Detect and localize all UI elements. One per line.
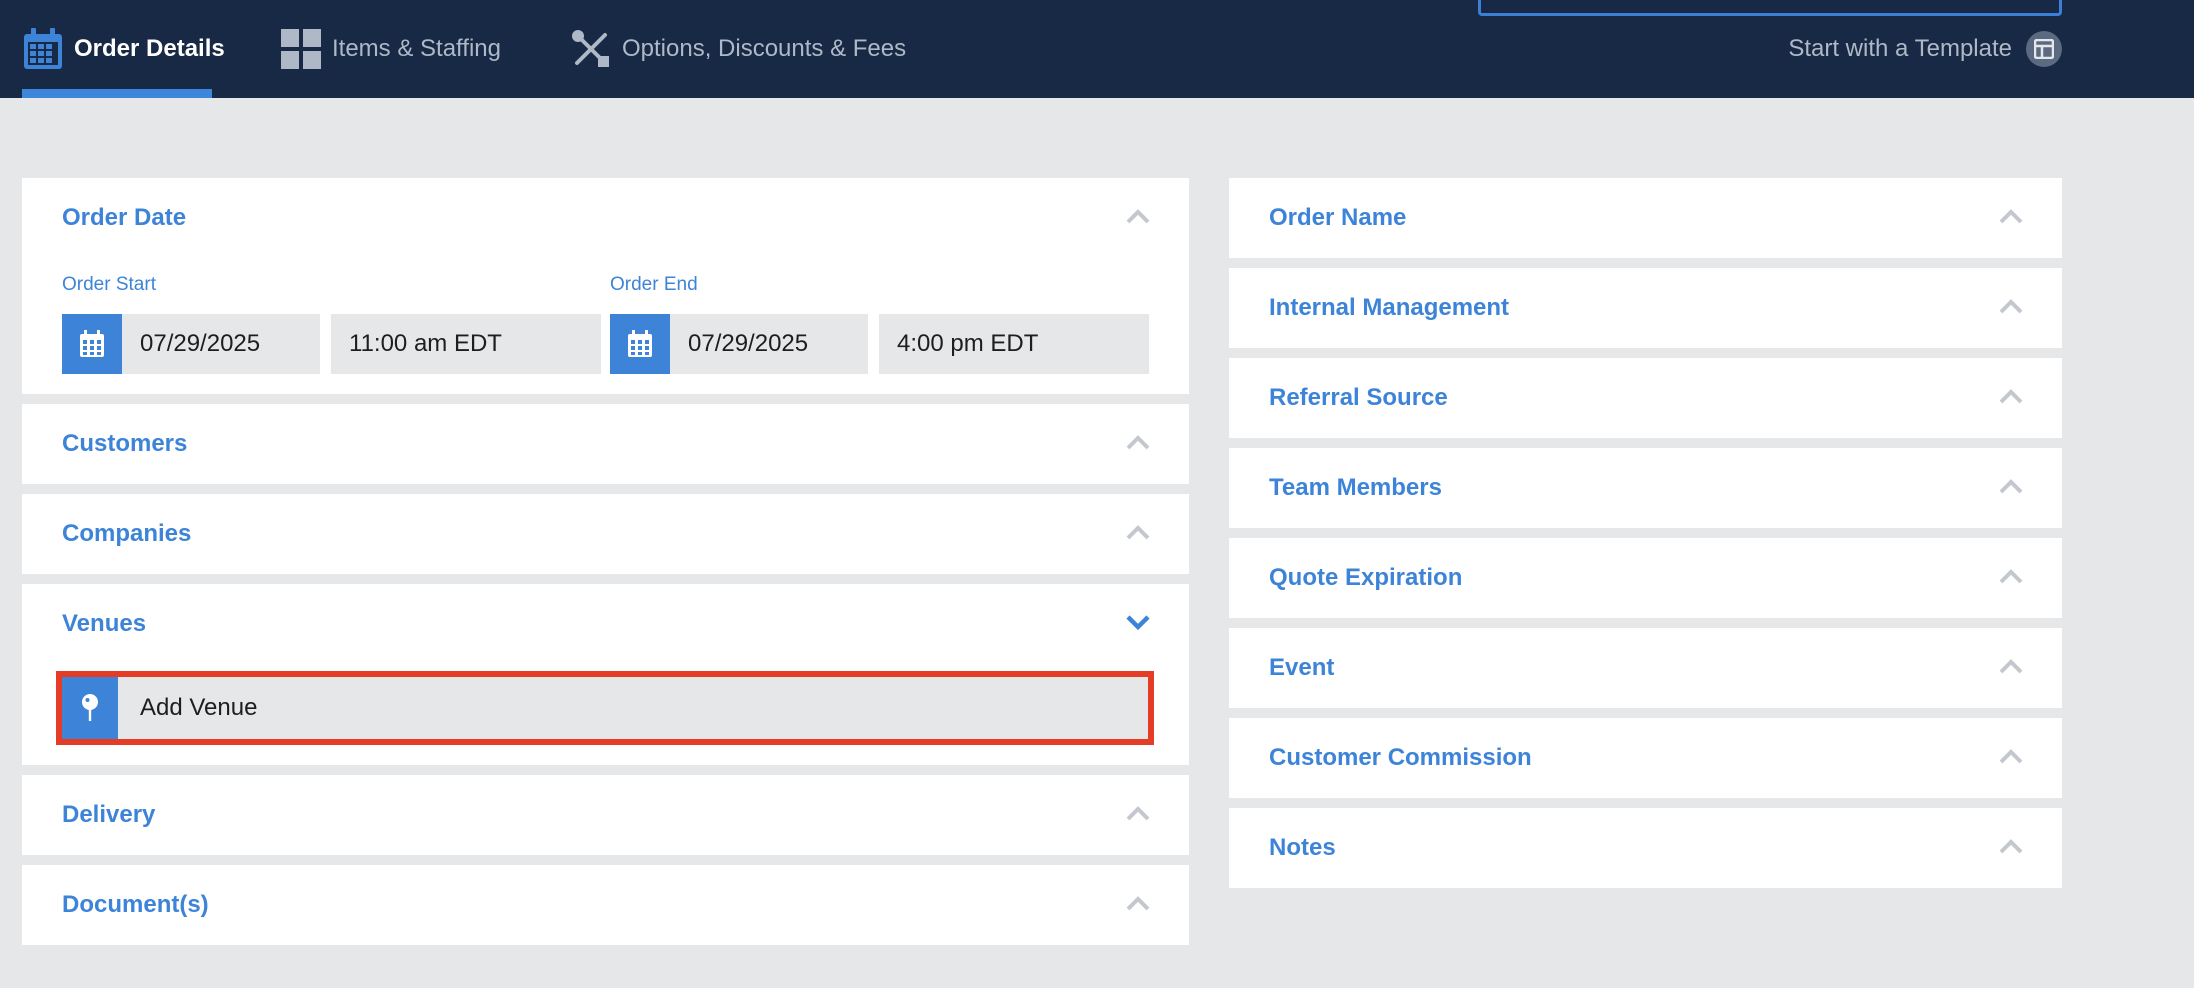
chevron-up-icon[interactable] bbox=[1125, 893, 1151, 913]
panel-title-quote-expiration: Quote Expiration bbox=[1269, 564, 1463, 591]
order-start-label: Order Start bbox=[62, 274, 156, 295]
panel-title-delivery: Delivery bbox=[62, 801, 156, 828]
panel-title-documents: Document(s) bbox=[62, 891, 209, 918]
panel-referral-source[interactable]: Referral Source bbox=[1229, 358, 2062, 438]
panel-title-venues[interactable]: Venues bbox=[62, 584, 146, 664]
tab-options-label: Options, Discounts & Fees bbox=[622, 35, 907, 62]
chevron-up-icon[interactable] bbox=[1125, 803, 1151, 823]
order-end-label: Order End bbox=[610, 274, 698, 295]
panel-documents[interactable]: Document(s) bbox=[22, 865, 1189, 945]
calendar-icon bbox=[80, 330, 104, 357]
order-end-calendar-button[interactable] bbox=[610, 314, 670, 374]
template-icon bbox=[2026, 31, 2062, 67]
order-end-time-input[interactable]: 4:00 pm EDT bbox=[879, 314, 1149, 374]
tab-items-staffing[interactable]: Items & Staffing bbox=[280, 0, 501, 98]
panel-title-order-name: Order Name bbox=[1269, 204, 1407, 231]
tab-order-details[interactable]: Order Details bbox=[22, 0, 225, 98]
order-start-date-input[interactable]: 07/29/2025 bbox=[122, 314, 320, 374]
chevron-up-icon[interactable] bbox=[1998, 296, 2024, 316]
panel-title-referral-source: Referral Source bbox=[1269, 384, 1448, 411]
order-start-time-input[interactable]: 11:00 am EDT bbox=[331, 314, 601, 374]
panel-order-name[interactable]: Order Name bbox=[1229, 178, 2062, 258]
panel-title-internal-management: Internal Management bbox=[1269, 294, 1510, 321]
chevron-up-icon[interactable] bbox=[1998, 656, 2024, 676]
panel-title-customer-commission: Customer Commission bbox=[1269, 744, 1532, 771]
panel-quote-expiration[interactable]: Quote Expiration bbox=[1229, 538, 2062, 618]
chevron-up-icon[interactable] bbox=[1998, 746, 2024, 766]
panel-order-date: Order Date Order Start 07/29/2025 11:00 … bbox=[22, 178, 1189, 394]
panel-title-event: Event bbox=[1269, 654, 1335, 681]
chevron-up-icon[interactable] bbox=[1998, 206, 2024, 226]
panel-team-members[interactable]: Team Members bbox=[1229, 448, 2062, 528]
active-tab-indicator bbox=[22, 89, 212, 98]
order-start-calendar-button[interactable] bbox=[62, 314, 122, 374]
panel-venues: Venues Add Venue bbox=[22, 584, 1189, 765]
map-pin-icon bbox=[82, 694, 98, 721]
chevron-up-icon[interactable] bbox=[1998, 566, 2024, 586]
chevron-down-icon[interactable] bbox=[1125, 612, 1151, 632]
grid-icon bbox=[280, 28, 322, 70]
template-link-label: Start with a Template bbox=[1788, 35, 2012, 62]
chevron-up-icon[interactable] bbox=[1125, 432, 1151, 452]
panel-title-companies: Companies bbox=[62, 520, 192, 547]
tab-order-details-label: Order Details bbox=[74, 35, 225, 62]
panel-title-order-date[interactable]: Order Date bbox=[62, 178, 186, 258]
chevron-up-icon[interactable] bbox=[1125, 206, 1151, 226]
panel-delivery[interactable]: Delivery bbox=[22, 775, 1189, 855]
top-nav-bar: Order Details Items & Staffing Options, … bbox=[0, 0, 2194, 98]
add-venue-button[interactable] bbox=[62, 677, 118, 739]
start-with-template-link[interactable]: Start with a Template bbox=[1788, 0, 2062, 98]
add-venue-field[interactable]: Add Venue bbox=[56, 671, 1154, 745]
calendar-icon bbox=[22, 28, 64, 70]
chevron-up-icon[interactable] bbox=[1125, 522, 1151, 542]
panel-companies[interactable]: Companies bbox=[22, 494, 1189, 574]
tab-options-discounts-fees[interactable]: Options, Discounts & Fees bbox=[570, 0, 906, 98]
calendar-icon bbox=[628, 330, 652, 357]
tab-items-staffing-label: Items & Staffing bbox=[332, 35, 501, 62]
panel-title-notes: Notes bbox=[1269, 834, 1336, 861]
chevron-up-icon[interactable] bbox=[1998, 476, 2024, 496]
panel-internal-management[interactable]: Internal Management bbox=[1229, 268, 2062, 348]
panel-event[interactable]: Event bbox=[1229, 628, 2062, 708]
chevron-up-icon[interactable] bbox=[1998, 836, 2024, 856]
panel-title-customers: Customers bbox=[62, 430, 188, 457]
add-venue-label: Add Venue bbox=[140, 694, 258, 721]
panel-customer-commission[interactable]: Customer Commission bbox=[1229, 718, 2062, 798]
panel-customers[interactable]: Customers bbox=[22, 404, 1189, 484]
panel-notes[interactable]: Notes bbox=[1229, 808, 2062, 888]
tools-icon bbox=[570, 28, 612, 70]
chevron-up-icon[interactable] bbox=[1998, 386, 2024, 406]
order-end-date-input[interactable]: 07/29/2025 bbox=[670, 314, 868, 374]
panel-title-team-members: Team Members bbox=[1269, 474, 1442, 501]
